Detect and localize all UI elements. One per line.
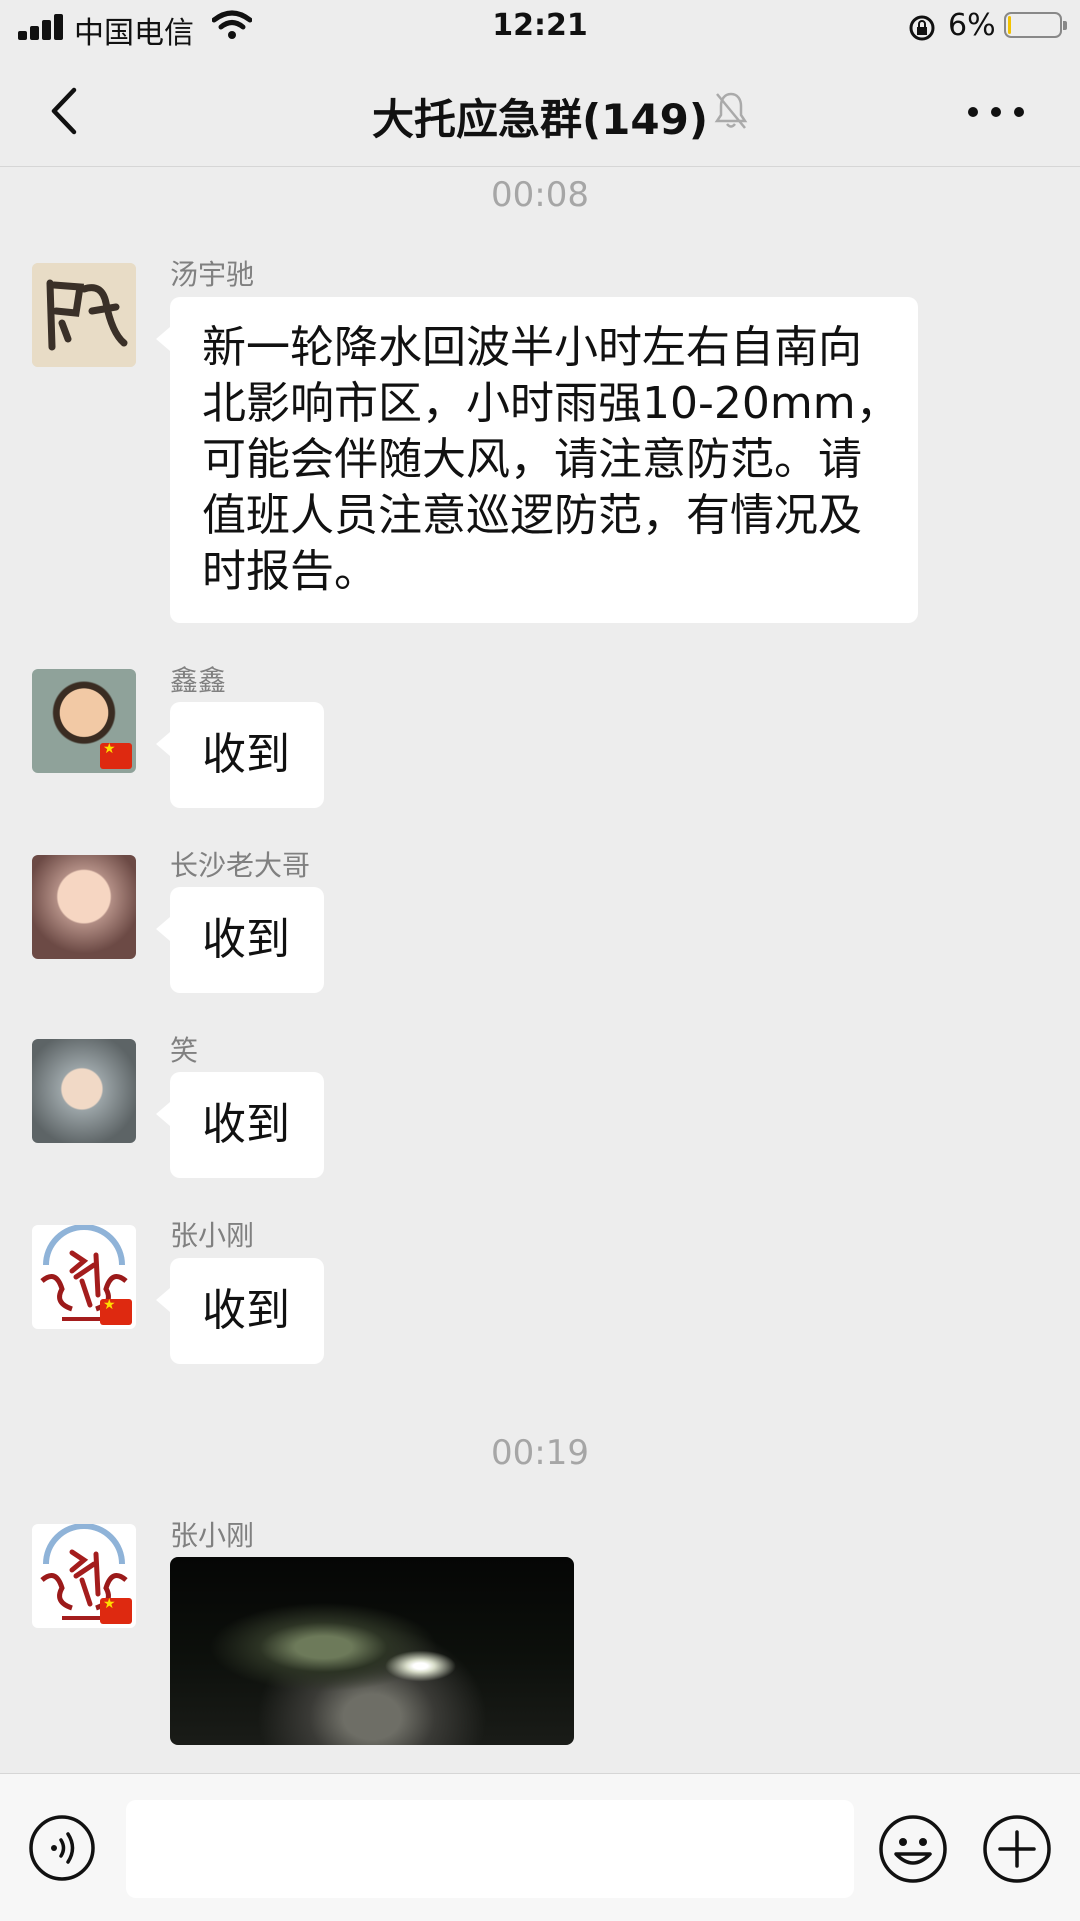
- emoji-icon[interactable]: [878, 1814, 948, 1884]
- chat-header: 大托应急群(149): [0, 56, 1080, 167]
- message-input[interactable]: [126, 1800, 854, 1898]
- sender-name: 张小刚: [170, 1219, 255, 1252]
- flag-icon: [100, 1596, 132, 1624]
- sender-name: 鑫鑫: [170, 664, 227, 697]
- message-line: 北影响市区，小时雨强10-20mm，: [202, 378, 900, 429]
- chat-title: 大托应急群(149): [371, 95, 709, 144]
- more-icon[interactable]: [968, 92, 1024, 132]
- avatar[interactable]: [32, 1524, 136, 1628]
- battery-icon: [1004, 12, 1067, 38]
- plus-icon[interactable]: [982, 1814, 1052, 1884]
- sender-name: 笑: [170, 1034, 199, 1067]
- message-bubble[interactable]: 新一轮降水回波半小时左右自南向 北影响市区，小时雨强10-20mm， 可能会伴随…: [156, 297, 918, 623]
- voice-icon[interactable]: [28, 1814, 96, 1882]
- message-text: 收到: [202, 1285, 290, 1336]
- mute-bell-icon: [714, 92, 748, 129]
- sender-name: 汤宇驰: [170, 258, 255, 291]
- chat-message-list[interactable]: 00:08 汤宇驰 新一轮降水回波半小时左右自南向 北影响市区，小时雨强10-2…: [0, 167, 1080, 1773]
- message-line: 可能会伴随大风，请注意防范。请: [202, 434, 862, 485]
- sender-name: 长沙老大哥: [170, 849, 311, 882]
- timestamp: 00:19: [491, 1433, 589, 1473]
- avatar[interactable]: [32, 263, 136, 367]
- timestamp: 00:08: [491, 175, 589, 215]
- message-line: 时报告。: [202, 546, 378, 597]
- avatar[interactable]: [32, 669, 136, 773]
- avatar[interactable]: [32, 1225, 136, 1329]
- status-bar: 中国电信 12:21 6%: [0, 0, 1080, 56]
- message-bubble[interactable]: 收到: [156, 1072, 324, 1178]
- battery-fill: [1008, 16, 1011, 34]
- message-text: 收到: [202, 914, 290, 965]
- message-bubble[interactable]: 收到: [156, 887, 324, 993]
- avatar[interactable]: [32, 855, 136, 959]
- flag-icon: [100, 741, 132, 769]
- message-image[interactable]: [170, 1557, 574, 1745]
- message-text: 收到: [202, 1099, 290, 1150]
- message-bubble[interactable]: 收到: [156, 1258, 324, 1364]
- sender-name: 张小刚: [170, 1519, 255, 1552]
- message-line: 值班人员注意巡逻防范，有情况及: [202, 490, 862, 541]
- battery-percent: 6%: [948, 8, 996, 43]
- flag-icon: [100, 1297, 132, 1325]
- message-bubble[interactable]: 收到: [156, 702, 324, 808]
- input-bar: [0, 1773, 1080, 1921]
- message-text: 收到: [202, 729, 290, 780]
- message-line: 新一轮降水回波半小时左右自南向: [202, 322, 862, 373]
- avatar[interactable]: [32, 1039, 136, 1143]
- rotation-lock-icon: [909, 15, 935, 41]
